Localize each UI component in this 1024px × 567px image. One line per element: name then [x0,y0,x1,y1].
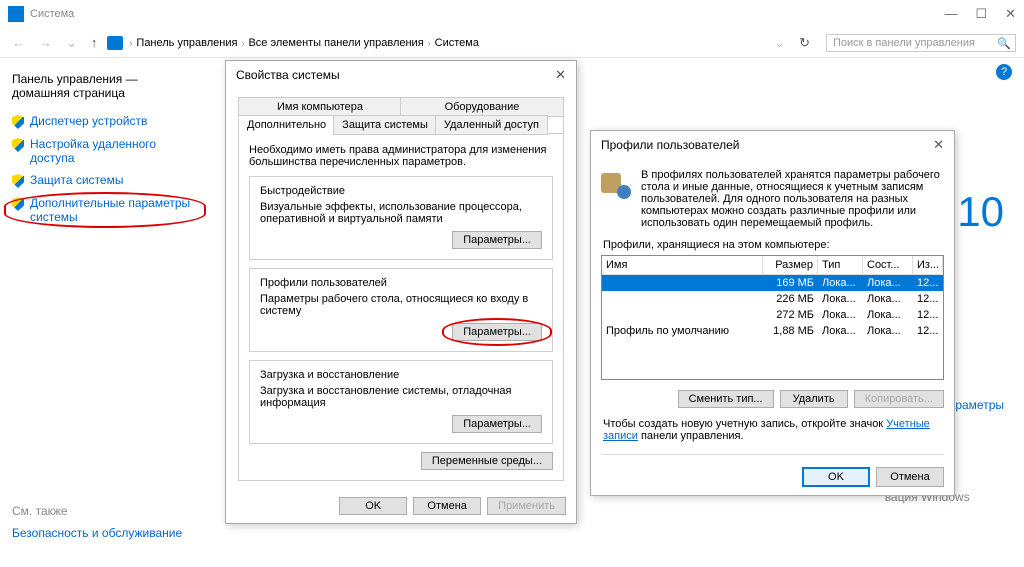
window-controls: — ☐ ✕ [944,6,1016,22]
ok-button[interactable]: OK [802,467,870,487]
user-profiles-dialog: Профили пользователей ✕ В профилях польз… [590,130,955,496]
startup-settings-button[interactable]: Параметры... [452,415,542,433]
tab-advanced[interactable]: Дополнительно [238,115,335,135]
delete-button[interactable]: Удалить [780,390,848,408]
search-icon: 🔍 [997,37,1011,50]
sidebar-home[interactable]: Панель управления — домашняя страница [12,72,198,100]
tabs-row1: Имя компьютера Оборудование [238,97,564,116]
location-icon [107,36,123,50]
group-user-profiles: Профили пользователей Параметры рабочего… [249,268,553,352]
shield-icon [12,197,24,211]
performance-settings-button[interactable]: Параметры... [452,231,542,249]
table-buttons: Сменить тип... Удалить Копировать... [591,380,954,418]
note-text: Чтобы создать новую учетную запись, откр… [591,418,954,450]
group-startup: Загрузка и восстановление Загрузка и вос… [249,360,553,444]
table-body: 169 МБЛока...Лока...12...226 МБЛока...Ло… [602,275,943,339]
dialog-buttons: OK Отмена [591,459,954,495]
tab-hardware[interactable]: Оборудование [400,97,564,117]
sidebar-item-remote[interactable]: Настройка удаленного доступа [12,137,198,165]
intro-text: Необходимо иметь права администратора дл… [249,144,553,168]
sidebar-item-advanced[interactable]: Дополнительные параметры системы [12,196,198,224]
shield-icon [12,138,24,152]
sidebar: Панель управления — домашняя страница Ди… [0,58,210,567]
table-row[interactable]: 226 МБЛока...Лока...12... [602,291,943,307]
forward-button[interactable]: → [35,35,56,50]
seealso-label: См. также [12,504,198,518]
dialog-titlebar: Свойства системы ✕ [226,61,576,89]
navbar: ← → ⌄ ↑ › Панель управления › Все элемен… [0,28,1024,58]
sidebar-item-protection[interactable]: Защита системы [12,173,198,188]
copy-button[interactable]: Копировать... [854,390,944,408]
shield-icon [12,115,24,129]
tab-content: Необходимо иметь права администратора дл… [238,133,564,481]
table-row[interactable]: Профиль по умолчанию1,88 МБЛока...Лока..… [602,323,943,339]
system-icon [8,6,24,22]
group-performance: Быстродействие Визуальные эффекты, испол… [249,176,553,260]
ok-button[interactable]: OK [339,497,407,515]
col-size[interactable]: Размер [763,256,818,274]
env-vars-button[interactable]: Переменные среды... [421,452,553,470]
close-icon[interactable]: ✕ [933,137,944,153]
tab-protection[interactable]: Защита системы [333,115,437,135]
col-type[interactable]: Тип [818,256,863,274]
window-title: Система [30,8,74,20]
system-properties-dialog: Свойства системы ✕ Имя компьютера Оборуд… [225,60,577,524]
dialog-title: Свойства системы [236,68,340,82]
user-profiles-icon [601,169,633,201]
change-type-button[interactable]: Сменить тип... [678,390,774,408]
shield-icon [12,174,24,188]
breadcrumb-item[interactable]: Панель управления [136,37,237,49]
dropdown-icon[interactable]: ⌄ [770,35,789,51]
col-state[interactable]: Сост... [863,256,913,274]
col-name[interactable]: Имя [602,256,763,274]
breadcrumb-item[interactable]: Система [435,37,479,49]
cancel-button[interactable]: Отмена [876,467,944,487]
titlebar: Система — ☐ ✕ [0,0,1024,28]
refresh-button[interactable]: ↻ [795,35,814,51]
tab-computer-name[interactable]: Имя компьютера [238,97,402,117]
close-button[interactable]: ✕ [1005,6,1016,22]
breadcrumb[interactable]: › Панель управления › Все элементы панел… [129,37,479,49]
recent-dropdown[interactable]: ⌄ [62,35,81,51]
tabs-row2: Дополнительно Защита системы Удаленный д… [238,115,564,134]
table-row[interactable]: 272 МБЛока...Лока...12... [602,307,943,323]
apply-button[interactable]: Применить [487,497,566,515]
info-box: В профилях пользователей хранятся параме… [591,159,954,239]
stored-label: Профили, хранящиеся на этом компьютере: [591,239,954,255]
tab-remote[interactable]: Удаленный доступ [435,115,548,135]
minimize-button[interactable]: — [944,6,957,22]
dialog-title: Профили пользователей [601,138,739,152]
table-header: Имя Размер Тип Сост... Из... [602,256,943,275]
up-button[interactable]: ↑ [87,35,102,50]
dialog-buttons: OK Отмена Применить [226,489,576,523]
user-profiles-settings-button[interactable]: Параметры... [452,323,542,341]
back-button[interactable]: ← [8,35,29,50]
col-modified[interactable]: Из... [913,256,943,274]
dialog-titlebar: Профили пользователей ✕ [591,131,954,159]
search-input[interactable]: Поиск в панели управления 🔍 [826,34,1016,52]
info-text: В профилях пользователей хранятся параме… [641,169,944,229]
sidebar-seealso-item[interactable]: Безопасность и обслуживание [12,526,198,540]
profiles-table: Имя Размер Тип Сост... Из... 169 МБЛока.… [601,255,944,380]
maximize-button[interactable]: ☐ [975,6,987,22]
cancel-button[interactable]: Отмена [413,497,481,515]
breadcrumb-item[interactable]: Все элементы панели управления [248,37,423,49]
close-icon[interactable]: ✕ [555,67,566,83]
table-row[interactable]: 169 МБЛока...Лока...12... [602,275,943,291]
sidebar-item-device-manager[interactable]: Диспетчер устройств [12,114,198,129]
